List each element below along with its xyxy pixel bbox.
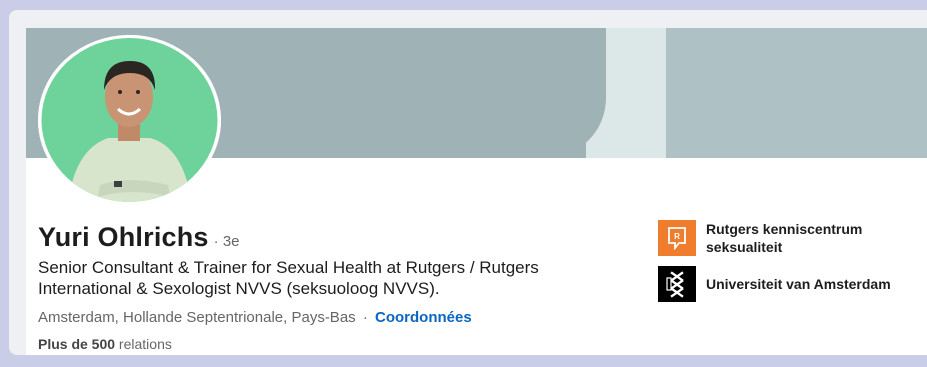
- org-uva[interactable]: Universiteit van Amsterdam: [658, 266, 891, 302]
- avatar-photo: [38, 35, 221, 205]
- org-uva-label: Universiteit van Amsterdam: [706, 276, 891, 292]
- profile-location: Amsterdam, Hollande Septentrionale, Pays…: [38, 309, 356, 326]
- banner-right-panel: [666, 28, 927, 158]
- avatar[interactable]: [38, 35, 221, 205]
- profile-name-row: Yuri Ohlrichs · 3e: [38, 222, 240, 253]
- connections-count[interactable]: Plus de 500 relations: [38, 336, 172, 352]
- connection-degree: · 3e: [213, 233, 240, 250]
- profile-headline: Senior Consultant & Trainer for Sexual H…: [38, 258, 539, 298]
- org-rutgers[interactable]: R Rutgers kenniscentrum seksualiteit: [658, 220, 862, 256]
- location-separator: ·: [362, 309, 368, 326]
- uva-logo-icon: [658, 266, 696, 302]
- rutgers-logo-icon: R: [658, 220, 696, 256]
- profile-location-row: Amsterdam, Hollande Septentrionale, Pays…: [38, 309, 472, 326]
- contact-info-link[interactable]: Coordonnées: [375, 309, 472, 326]
- connections-label: relations: [115, 336, 172, 352]
- org-rutgers-label-1: Rutgers kenniscentrum: [706, 221, 863, 237]
- svg-text:R: R: [674, 232, 680, 241]
- connections-count-bold: Plus de 500: [38, 336, 116, 352]
- org-rutgers-label-2: seksualiteit: [706, 239, 783, 255]
- profile-name[interactable]: Yuri Ohlrichs: [38, 222, 209, 253]
